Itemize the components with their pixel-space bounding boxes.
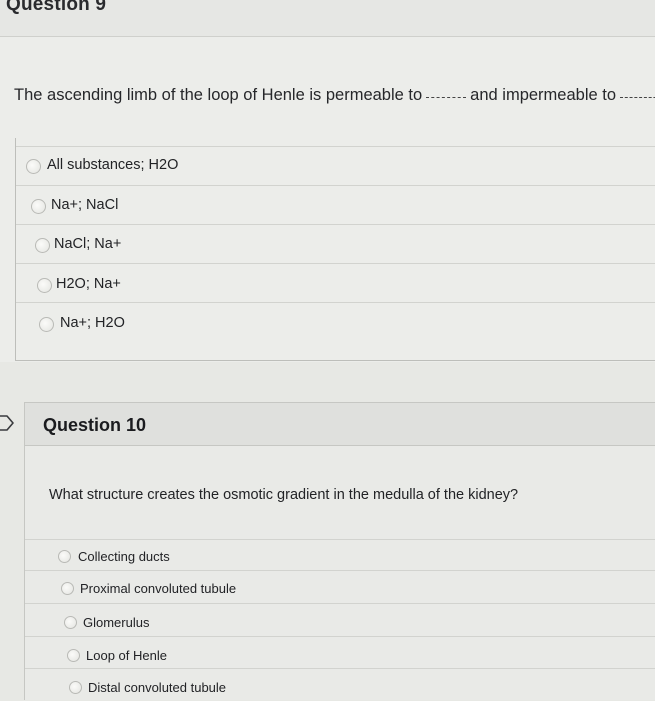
question-9-card: Question 9 The ascending limb of the loo… [0,0,655,362]
question-10-text: What structure creates the osmotic gradi… [49,487,519,503]
question-10-card: Question 10 What structure creates the o… [24,402,655,700]
question-9-title: Question 9 [6,0,107,15]
answer-option[interactable]: Na+; H2O [16,302,655,341]
radio-button[interactable] [58,550,71,563]
answer-label: H2O; Na+ [56,276,121,292]
answer-label: Na+; NaCl [51,197,119,213]
blank-2 [620,97,655,98]
answer-label: All substances; H2O [47,157,179,173]
radio-button[interactable] [67,649,80,662]
question-9-text-part2: and impermeable to [470,86,617,104]
answer-label: Collecting ducts [78,549,170,564]
answer-label: Proximal convoluted tubule [80,581,237,596]
radio-button[interactable] [39,317,54,332]
answer-option[interactable]: Distal convoluted tubule [25,668,655,701]
answer-option[interactable]: Na+; NaCl [16,185,655,224]
question-9-text-part1: The ascending limb of the loop of Henle … [14,86,423,104]
arrow-right-icon [0,415,14,431]
answer-option[interactable]: Collecting ducts [25,539,655,570]
answer-option[interactable]: Glomerulus [25,603,655,636]
question-10-header: Question 10 [25,402,655,446]
answer-label: Glomerulus [83,615,150,630]
answer-label: NaCl; Na+ [54,236,122,252]
answer-label: Na+; H2O [60,315,125,331]
answer-option[interactable]: Loop of Henle [25,636,655,669]
answer-label: Distal convoluted tubule [88,680,227,695]
question-9-text: The ascending limb of the loop of Henle … [14,86,655,105]
question-9-answers: All substances; H2O Na+; NaCl NaCl; Na+ … [15,138,655,361]
answer-option[interactable]: NaCl; Na+ [16,224,655,263]
radio-button[interactable] [61,582,74,595]
answer-option[interactable]: Proximal convoluted tubule [25,570,655,603]
answer-option[interactable]: H2O; Na+ [16,263,655,302]
radio-button[interactable] [31,199,46,214]
radio-button[interactable] [35,238,50,253]
question-9-header: Question 9 [0,0,655,37]
answer-label: Loop of Henle [86,648,167,663]
radio-button[interactable] [64,616,77,629]
radio-button[interactable] [69,681,82,694]
radio-button[interactable] [26,159,41,174]
question-10-title: Question 10 [43,415,147,435]
answer-option[interactable]: All substances; H2O [16,146,655,185]
blank-1 [426,97,467,98]
radio-button[interactable] [37,278,52,293]
